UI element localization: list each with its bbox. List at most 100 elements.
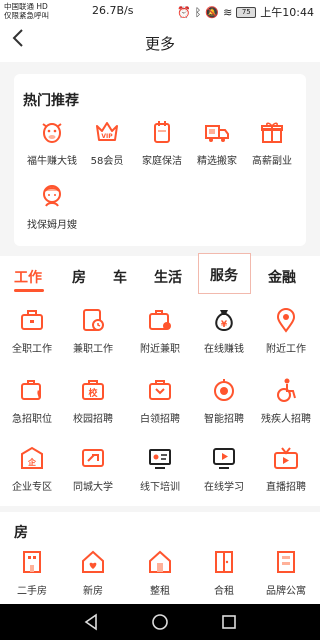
svg-text:企: 企 xyxy=(27,457,37,467)
work-item-university[interactable]: 同城大学 xyxy=(61,444,125,493)
tab-service-label: 服务 xyxy=(210,268,238,284)
tab-service[interactable]: 服务 xyxy=(198,253,251,294)
work-item-label: 直播招聘 xyxy=(266,482,306,493)
work-item-label: 全职工作 xyxy=(12,344,52,355)
system-nav-bar xyxy=(0,604,320,640)
network-speed: 26.7B/s xyxy=(92,4,134,17)
work-item-label: 校园招聘 xyxy=(73,414,113,425)
work-item-fulltime[interactable]: 全职工作 xyxy=(0,306,64,355)
tab-life[interactable]: 生活 xyxy=(154,267,182,287)
house-item-label: 新房 xyxy=(83,586,103,597)
alarm-icon: ⏰ xyxy=(177,5,191,19)
carrier-name: 中国联通 HD xyxy=(4,2,48,11)
clock-doc-icon xyxy=(83,309,104,331)
smart-icon xyxy=(214,379,234,401)
mute-icon: 🔕 xyxy=(205,5,220,19)
gift-icon xyxy=(261,122,283,143)
house-item-label: 整租 xyxy=(150,586,170,597)
recent-square-icon[interactable] xyxy=(220,613,238,631)
work-item-urgent[interactable]: 急招职位 xyxy=(0,376,64,425)
vip-icon: VIP xyxy=(96,122,118,141)
work-item-disabled[interactable]: 残疾人招聘 xyxy=(254,376,318,425)
money-bag-icon: ¥ xyxy=(215,310,233,332)
play-screen-icon xyxy=(213,448,235,469)
svg-text:¥: ¥ xyxy=(221,320,228,330)
bluetooth-icon: ᛒ xyxy=(194,5,202,19)
work-item-nearby-work[interactable]: 附近工作 xyxy=(254,306,318,355)
work-item-label: 在线学习 xyxy=(204,482,244,493)
house-heart-icon xyxy=(82,550,104,573)
training-icon xyxy=(149,449,171,469)
tab-active-indicator xyxy=(14,289,44,292)
work-item-label: 在线赚钱 xyxy=(204,344,244,355)
status-icons: ⏰ ᛒ 🔕 ≋ 75 上午10:44 xyxy=(177,4,314,20)
house-item-label: 合租 xyxy=(214,586,234,597)
house-item-label: 品牌公寓 xyxy=(266,586,306,597)
cleaning-icon xyxy=(154,121,170,143)
tab-car[interactable]: 车 xyxy=(113,267,127,287)
work-item-campus[interactable]: 校 校园招聘 xyxy=(61,376,125,425)
house-item-newhouse[interactable]: 新房 xyxy=(61,548,125,597)
carrier-emergency: 仅限紧急呼叫 xyxy=(4,11,49,20)
moving-truck-icon xyxy=(205,125,229,142)
work-item-label: 兼职工作 xyxy=(73,344,113,355)
home-circle-icon[interactable] xyxy=(151,613,169,631)
hot-recommend-card: 热门推荐 福牛赚大钱 VIP 58会员 家庭保洁 精选搬家 高薪副业 找保姆月嫂 xyxy=(14,74,306,246)
work-item-online-study[interactable]: 在线学习 xyxy=(192,444,256,493)
hot-item-side-job[interactable]: 高薪副业 xyxy=(240,118,304,167)
door-icon xyxy=(215,551,233,573)
house-section: 房 二手房 新房 整租 合租 品牌公寓 xyxy=(0,512,320,604)
wifi-icon: ≋ xyxy=(223,5,233,19)
house-item-label: 二手房 xyxy=(17,586,47,597)
briefcase-icon xyxy=(21,310,43,330)
work-item-smart[interactable]: 智能招聘 xyxy=(192,376,256,425)
work-item-online-earn[interactable]: ¥ 在线赚钱 xyxy=(192,306,256,355)
work-item-label: 残疾人招聘 xyxy=(261,414,311,425)
work-item-training[interactable]: 线下培训 xyxy=(128,444,192,493)
work-item-whitecollar[interactable]: 白领招聘 xyxy=(128,376,192,425)
house-item-secondhand[interactable]: 二手房 xyxy=(0,548,64,597)
house-item-whole-rent[interactable]: 整租 xyxy=(128,548,192,597)
svg-text:VIP: VIP xyxy=(101,133,113,140)
enterprise-icon: 企 xyxy=(21,446,43,469)
tab-finance[interactable]: 金融 xyxy=(268,267,296,287)
work-item-label: 同城大学 xyxy=(73,482,113,493)
hot-item-label: 找保姆月嫂 xyxy=(27,220,77,231)
header: 更多 xyxy=(0,22,320,62)
status-bar: 中国联通 HD 仅限紧急呼叫 26.7B/s ⏰ ᛒ 🔕 ≋ 75 上午10:4… xyxy=(0,0,320,22)
carrier-info: 中国联通 HD 仅限紧急呼叫 xyxy=(4,2,49,20)
nearby-job-icon xyxy=(149,310,171,330)
tab-house[interactable]: 房 xyxy=(72,267,86,287)
work-item-enterprise[interactable]: 企 企业专区 xyxy=(0,444,64,493)
work-item-label: 急招职位 xyxy=(12,414,52,425)
tv-icon xyxy=(274,447,298,469)
whitecollar-icon xyxy=(149,380,171,400)
work-item-label: 附近兼职 xyxy=(140,344,180,355)
building-icon xyxy=(23,551,41,573)
back-triangle-icon[interactable] xyxy=(82,613,100,631)
work-item-label: 白领招聘 xyxy=(140,414,180,425)
work-item-label: 附近工作 xyxy=(266,344,306,355)
page-title: 更多 xyxy=(144,35,175,53)
university-icon xyxy=(82,449,104,467)
clock: 上午10:44 xyxy=(260,6,314,19)
work-item-label: 企业专区 xyxy=(12,482,52,493)
work-item-live[interactable]: 直播招聘 xyxy=(254,444,318,493)
house-item-brand-apartment[interactable]: 品牌公寓 xyxy=(254,548,318,597)
location-pin-icon xyxy=(276,307,296,333)
work-item-parttime[interactable]: 兼职工作 xyxy=(61,306,125,355)
hot-item-nanny[interactable]: 找保姆月嫂 xyxy=(20,182,84,231)
work-section: 全职工作 兼职工作 附近兼职 ¥ 在线赚钱 附近工作 急招职位 校 校园招聘 白… xyxy=(0,296,320,506)
house-item-shared-rent[interactable]: 合租 xyxy=(192,548,256,597)
work-item-label: 线下培训 xyxy=(140,482,180,493)
category-tabs: 工作 房 车 生活 金融 xyxy=(0,256,320,296)
svg-text:校: 校 xyxy=(88,387,98,399)
work-item-label: 智能招聘 xyxy=(204,414,244,425)
apartment-icon xyxy=(277,551,295,573)
house-icon xyxy=(149,550,171,573)
house-section-title: 房 xyxy=(14,525,28,541)
tab-work[interactable]: 工作 xyxy=(14,267,42,287)
campus-icon: 校 xyxy=(82,380,104,400)
work-item-nearby-parttime[interactable]: 附近兼职 xyxy=(128,306,192,355)
wheelchair-icon xyxy=(277,378,296,402)
